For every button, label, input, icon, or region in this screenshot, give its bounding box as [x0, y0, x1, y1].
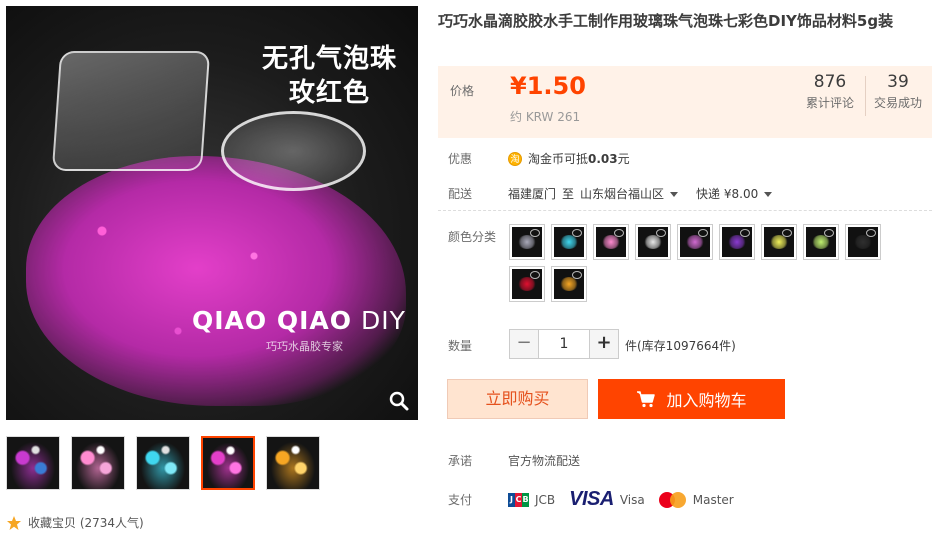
buy-now-button[interactable]: 立即购买: [447, 379, 588, 419]
quantity-stepper: − 1 +: [509, 329, 619, 359]
stock-text: 件(库存1097664件): [625, 339, 736, 353]
ship-to-word: 至: [562, 187, 575, 201]
promise-row: 承诺 官方物流配送: [448, 452, 580, 469]
quantity-input[interactable]: 1: [538, 330, 590, 358]
promo-text: 淘金币可抵0.03元: [528, 152, 630, 166]
promise-text: 官方物流配送: [508, 454, 581, 468]
favorite-button[interactable]: 收藏宝贝 (2734人气): [6, 514, 144, 531]
jar-lid-illustration: [221, 111, 366, 191]
main-product-image[interactable]: 无孔气泡珠 玫红色 QIAO QIAO DIY 巧巧水晶胶专家: [6, 6, 418, 420]
payment-row: 支付 J C B JCB VISA Visa Master: [448, 488, 748, 511]
shopping-cart-icon: [637, 391, 656, 408]
price-krw: 约 KRW 261: [510, 110, 581, 124]
payment-label: 支付: [448, 493, 473, 507]
reviews-stat[interactable]: 876 累计评论: [806, 72, 854, 111]
color-swatch[interactable]: [719, 224, 755, 260]
search-icon[interactable]: [388, 390, 410, 412]
color-swatches: [509, 224, 889, 302]
payment-jcb: J C B JCB: [508, 492, 556, 507]
image-brand-subtitle: 巧巧水晶胶专家: [266, 340, 343, 353]
bubble-beads-illustration: [26, 156, 406, 406]
chevron-down-icon: [670, 192, 679, 197]
payment-mastercard: Master: [658, 491, 734, 508]
thumbnail[interactable]: [201, 436, 255, 490]
deals-count: 39: [887, 72, 909, 92]
reviews-count: 876: [813, 72, 847, 92]
jar-illustration: [51, 51, 211, 171]
star-icon: [7, 515, 21, 530]
color-swatch[interactable]: [551, 224, 587, 260]
ship-to-dropdown[interactable]: 山东烟台福山区: [580, 185, 679, 202]
promo-label: 优惠: [448, 152, 473, 166]
thumbnail[interactable]: [266, 436, 320, 490]
promo-row: 优惠 淘 淘金币可抵0.03元: [448, 150, 630, 167]
price-value: ¥1.50: [510, 72, 586, 100]
visa-logo-icon: VISA: [569, 488, 614, 510]
add-to-cart-button[interactable]: 加入购物车: [598, 379, 785, 419]
thumbnail-strip: [6, 436, 320, 490]
price-label: 价格: [450, 84, 475, 98]
decrement-button[interactable]: −: [510, 330, 538, 358]
thumbnail[interactable]: [136, 436, 190, 490]
thumbnail[interactable]: [6, 436, 60, 490]
payment-visa: VISA Visa: [569, 488, 645, 510]
add-to-cart-label: 加入购物车: [666, 391, 747, 410]
ship-method-dropdown[interactable]: 快递 ¥8.00: [696, 185, 773, 202]
color-swatch[interactable]: [761, 224, 797, 260]
chevron-down-icon: [764, 192, 773, 197]
deals-stat: 39 交易成功: [874, 72, 922, 111]
divider: [438, 210, 932, 211]
color-swatch[interactable]: [635, 224, 671, 260]
color-swatch[interactable]: [509, 224, 545, 260]
image-brand-watermark: QIAO QIAO DIY: [192, 306, 406, 335]
color-label: 颜色分类: [448, 230, 497, 244]
favorite-label: 收藏宝贝 (2734人气): [28, 516, 144, 530]
shipping-label: 配送: [448, 187, 473, 201]
thumbnail[interactable]: [71, 436, 125, 490]
shipping-row: 配送 福建厦门 至 山东烟台福山区 快递 ¥8.00: [448, 185, 773, 202]
promise-label: 承诺: [448, 454, 473, 468]
ship-from: 福建厦门: [508, 187, 557, 201]
color-swatch[interactable]: [551, 266, 587, 302]
color-swatch[interactable]: [677, 224, 713, 260]
color-swatch[interactable]: [593, 224, 629, 260]
price-panel: 价格 ¥1.50 约 KRW 261 876 累计评论 39 交易成功: [438, 66, 932, 138]
product-title: 巧巧水晶滴胶胶水手工制作用玻璃珠气泡珠七彩色DIY饰品材料5g装: [438, 12, 894, 30]
mastercard-logo-icon: [658, 491, 687, 508]
color-swatch[interactable]: [509, 266, 545, 302]
reviews-label: 累计评论: [805, 96, 854, 110]
quantity-label: 数量: [448, 339, 473, 353]
image-overlay-title: 无孔气泡珠 玫红色: [262, 44, 398, 108]
color-swatch[interactable]: [803, 224, 839, 260]
deals-label: 交易成功: [873, 96, 922, 110]
stat-divider: [865, 76, 866, 116]
color-swatch[interactable]: [845, 224, 881, 260]
taojinbi-coin-icon: 淘: [508, 151, 522, 166]
increment-button[interactable]: +: [590, 330, 618, 358]
jcb-logo-icon: J C B: [508, 492, 529, 507]
